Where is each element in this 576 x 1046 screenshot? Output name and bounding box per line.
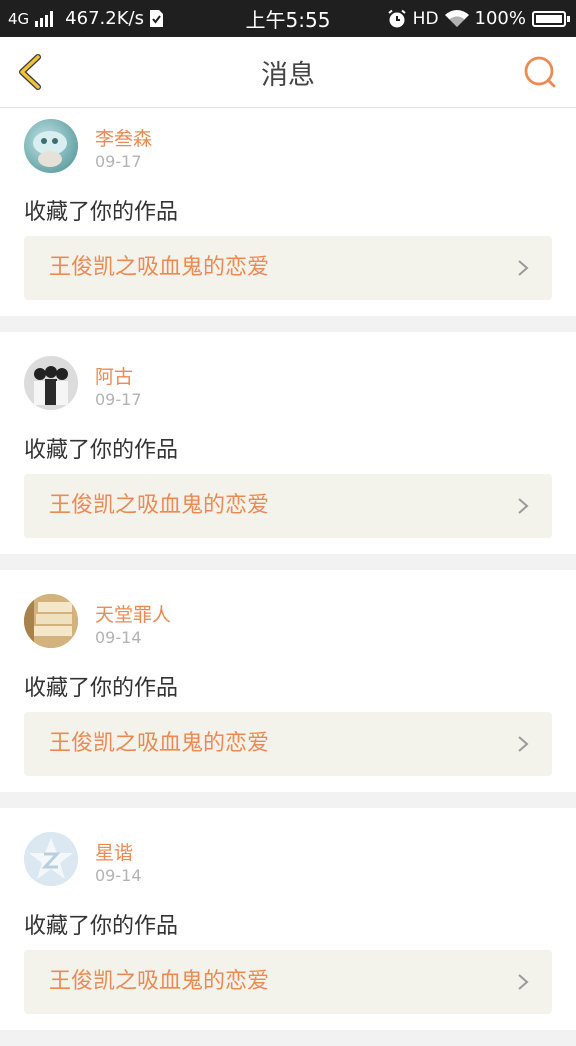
battery-icon: [532, 10, 570, 27]
work-link[interactable]: 王俊凯之吸血鬼的恋爱: [24, 236, 552, 300]
status-bar: 4G 467.2K/s 上午5:55 HD 100%: [0, 0, 576, 37]
message-action: 收藏了你的作品: [24, 438, 179, 463]
search-button[interactable]: [520, 53, 560, 93]
message-card: 阿古 09-17 收藏了你的作品 王俊凯之吸血鬼的恋爱: [0, 332, 576, 554]
work-title: 王俊凯之吸血鬼的恋爱: [49, 255, 270, 280]
work-link[interactable]: 王俊凯之吸血鬼的恋爱: [24, 950, 552, 1014]
user-name[interactable]: 星谐: [95, 838, 133, 865]
chevron-right-icon: [518, 260, 529, 276]
message-date: 09-17: [95, 152, 142, 171]
message-card: 李叁森 09-17 收藏了你的作品 王俊凯之吸血鬼的恋爱: [0, 108, 576, 316]
message-card: 天堂罪人 09-14 收藏了你的作品 王俊凯之吸血鬼的恋爱: [0, 570, 576, 792]
avatar[interactable]: [24, 356, 78, 410]
user-name[interactable]: 阿古: [95, 362, 133, 389]
chevron-right-icon: [518, 498, 529, 514]
avatar[interactable]: [24, 119, 78, 173]
alarm-icon: [388, 9, 406, 27]
wifi-icon: [444, 9, 469, 27]
chevron-right-icon: [518, 736, 529, 752]
message-list: 李叁森 09-17 收藏了你的作品 王俊凯之吸血鬼的恋爱 阿古 09-17 收藏…: [0, 108, 576, 1046]
avatar[interactable]: [24, 832, 78, 886]
navigation-bar: 消息: [0, 37, 576, 108]
message-action: 收藏了你的作品: [24, 676, 179, 701]
status-right: HD 100%: [387, 0, 570, 37]
work-title: 王俊凯之吸血鬼的恋爱: [49, 731, 270, 756]
work-link[interactable]: 王俊凯之吸血鬼的恋爱: [24, 474, 552, 538]
work-title: 王俊凯之吸血鬼的恋爱: [49, 969, 270, 994]
page-title: 消息: [261, 59, 315, 91]
message-action: 收藏了你的作品: [24, 200, 179, 225]
chevron-right-icon: [518, 974, 529, 990]
message-date: 09-17: [95, 390, 142, 409]
hd-label: HD: [412, 8, 439, 29]
work-title: 王俊凯之吸血鬼的恋爱: [49, 493, 270, 518]
work-link[interactable]: 王俊凯之吸血鬼的恋爱: [24, 712, 552, 776]
message-action: 收藏了你的作品: [24, 914, 179, 939]
message-card: 星谐 09-14 收藏了你的作品 王俊凯之吸血鬼的恋爱: [0, 808, 576, 1030]
message-date: 09-14: [95, 628, 142, 647]
search-icon: [524, 56, 556, 88]
battery-percent: 100%: [474, 8, 526, 29]
message-date: 09-14: [95, 866, 142, 885]
user-name[interactable]: 天堂罪人: [95, 600, 171, 627]
user-name[interactable]: 李叁森: [95, 124, 152, 151]
avatar[interactable]: [24, 594, 78, 648]
